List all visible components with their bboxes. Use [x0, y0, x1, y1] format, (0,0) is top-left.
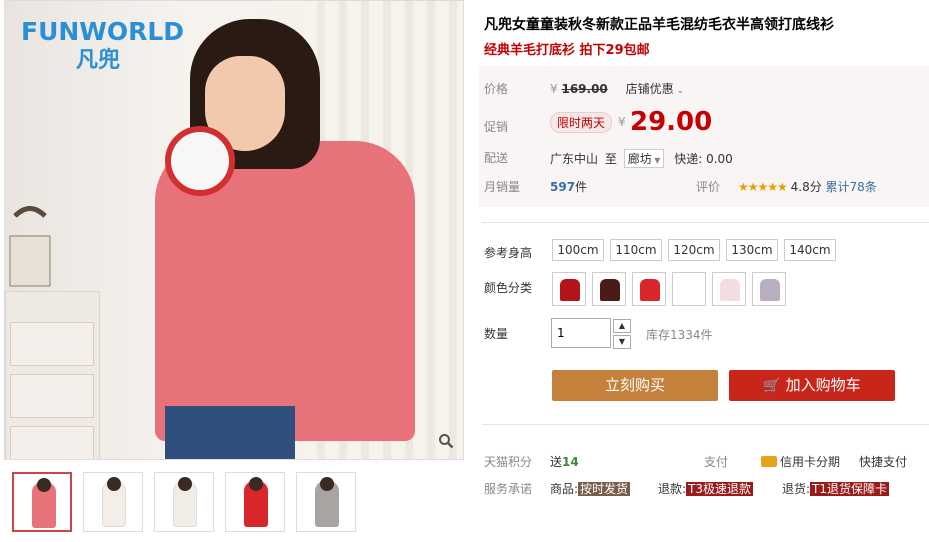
product-title: 凡兜女童童装秋冬新款正品羊毛混纺毛衣半高领打底线衫 [484, 17, 834, 33]
fast-refund-tag[interactable]: T3极速退款 [686, 482, 754, 496]
service-refund: 退款: T3极速退款 [658, 480, 754, 497]
points-give: 送 [550, 455, 563, 469]
promo-price: 29.00 [630, 107, 713, 137]
buy-now-button[interactable]: 立刻购买 [552, 370, 718, 401]
thumbnail-2[interactable] [83, 472, 143, 532]
promo-tag-wrap: 限时两天 [550, 112, 613, 133]
add-to-cart-label: 加入购物车 [785, 376, 861, 394]
credit-card-icon [761, 456, 777, 467]
credit-installment-label: 信用卡分期 [780, 455, 841, 469]
logo-cn-text: 凡兜 [76, 48, 121, 73]
cabinet-drawer [10, 426, 94, 459]
destination-select[interactable]: 廊坊 ▼ [623, 149, 665, 168]
destination-value: 廊坊 [627, 152, 652, 166]
payment-label: 支付 [704, 455, 729, 469]
service-label: 服务承诺 [484, 482, 533, 496]
service-goods: 商品: 按时发货 [550, 480, 631, 497]
price-label: 价格 [484, 82, 509, 96]
cabinet-drawer [10, 374, 94, 418]
vintage-phone-graphic [9, 206, 51, 287]
goods-label: 商品: [550, 482, 579, 496]
background-cabinet [5, 291, 100, 459]
magnifier-icon[interactable] [435, 433, 457, 455]
color-swatch-6[interactable] [752, 272, 786, 306]
sales-row: 月销量 597件 评价 ★★★★★ 4.8分 累计78条 [484, 178, 877, 195]
color-swatch-4[interactable] [672, 272, 706, 306]
ship-from: 广东中山 [550, 152, 599, 166]
brand-logo: FUNWORLD 凡兜 [21, 17, 184, 74]
original-price-group: ¥ 169.00 店铺优惠 ⌄ [550, 80, 684, 97]
currency-symbol: ¥ [550, 82, 558, 96]
toy-graphic [165, 126, 235, 196]
shipping-label: 配送 [484, 151, 509, 165]
on-time-shipping-tag[interactable]: 按时发货 [578, 482, 631, 496]
jeans-graphic [165, 406, 295, 459]
star-rating-icon: ★★★★★ [738, 180, 788, 194]
sales-count: 597 [550, 180, 576, 194]
credit-installment[interactable]: 信用卡分期 [761, 453, 840, 470]
express-fee: 快递: 0.00 [674, 152, 733, 166]
return-guarantee-tag[interactable]: T1退货保障卡 [810, 482, 890, 496]
limited-time-badge: 限时两天 [550, 112, 613, 133]
add-to-cart-button[interactable]: 🛒 加入购物车 [729, 370, 895, 401]
thumbnail-5[interactable] [296, 472, 356, 532]
service-return: 退货: T1退货保障卡 [782, 480, 890, 497]
sales-label: 月销量 [484, 180, 521, 194]
stock-text: 库存1334件 [646, 328, 713, 342]
color-swatch-2[interactable] [592, 272, 626, 306]
color-swatch-3[interactable] [632, 272, 666, 306]
quantity-input[interactable] [551, 318, 611, 348]
size-option-140[interactable]: 140cm [784, 239, 836, 261]
cabinet-drawer [10, 322, 94, 366]
color-swatch-1[interactable] [552, 272, 586, 306]
price-row: 价格 ¥ 169.00 店铺优惠 ⌄ [484, 80, 684, 97]
points-row: 天猫积分 送14 支付 信用卡分期 快捷支付 [484, 453, 907, 470]
promo-currency: ¥ [618, 115, 626, 129]
main-product-image[interactable]: FUNWORLD 凡兜 [4, 0, 464, 460]
product-subtitle: 经典羊毛打底衫 拍下29包邮 [484, 43, 650, 58]
service-row: 服务承诺 商品: 按时发货 退款: T3极速退款 退货: T1退货保障卡 [484, 480, 890, 497]
quantity-label: 数量 [484, 327, 509, 341]
divider [482, 222, 929, 223]
size-option-120[interactable]: 120cm [668, 239, 720, 261]
rating-label: 评价 [696, 180, 721, 194]
store-discount-link[interactable]: 店铺优惠 ⌄ [626, 82, 684, 96]
size-option-130[interactable]: 130cm [726, 239, 778, 261]
rating-group[interactable]: ★★★★★ 4.8分 累计78条 [738, 178, 877, 195]
ship-to-word: 至 [604, 152, 617, 166]
review-count: 累计78条 [825, 180, 877, 194]
sales-group: 597件 [550, 178, 587, 195]
original-price: 169.00 [561, 82, 608, 96]
shipping-group: 广东中山 至 廊坊 ▼ 快递: 0.00 [550, 149, 733, 168]
points-group: 送14 [550, 453, 579, 470]
points-value: 14 [562, 455, 579, 469]
sales-unit: 件 [575, 180, 588, 194]
product-gallery: FUNWORLD 凡兜 [4, 0, 464, 542]
caret-down-icon: ▼ [651, 156, 661, 165]
thumbnail-list [12, 472, 356, 532]
promo-row: 促销 限时两天 ¥ 29.00 [484, 107, 712, 137]
store-discount-label: 店铺优惠 [625, 82, 674, 96]
refund-label: 退款: [658, 482, 687, 496]
cart-icon: 🛒 [763, 378, 781, 394]
promo-label: 促销 [484, 120, 509, 134]
points-label: 天猫积分 [484, 455, 533, 469]
thumbnail-4[interactable] [225, 472, 285, 532]
size-option-100[interactable]: 100cm [552, 239, 604, 261]
shipping-row: 配送 广东中山 至 廊坊 ▼ 快递: 0.00 [484, 149, 733, 168]
size-label: 参考身高 [484, 246, 533, 260]
quick-pay[interactable]: 快捷支付 [859, 453, 907, 470]
thumbnail-3[interactable] [154, 472, 214, 532]
chevron-down-icon: ⌄ [673, 86, 685, 96]
color-label: 颜色分类 [484, 281, 533, 295]
thumbnail-1[interactable] [12, 472, 72, 532]
decrement-button[interactable]: ▼ [613, 335, 631, 349]
increment-button[interactable]: ▲ [613, 319, 631, 333]
return-label: 退货: [782, 482, 811, 496]
divider [482, 424, 929, 425]
size-option-110[interactable]: 110cm [610, 239, 662, 261]
color-swatch-5[interactable] [712, 272, 746, 306]
rating-score: 4.8分 [790, 180, 822, 194]
